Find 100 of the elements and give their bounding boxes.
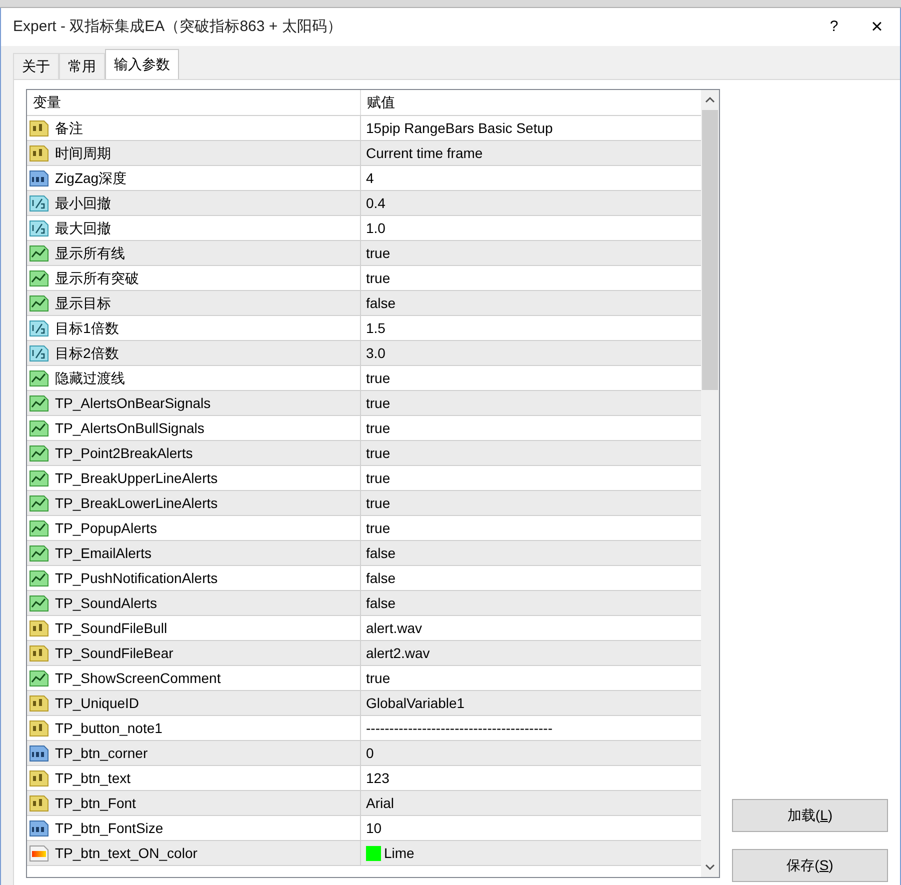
variable-value: true (366, 468, 390, 488)
line-chart-type-icon (29, 669, 49, 687)
close-button[interactable]: × (854, 12, 900, 42)
variable-name: 显示目标 (55, 294, 111, 312)
fraction-type-icon (29, 344, 49, 362)
variable-value: true (366, 668, 390, 688)
variable-name: TP_EmailAlerts (55, 544, 152, 563)
scrollbar-thumb[interactable] (702, 110, 718, 390)
text-type-icon (29, 619, 49, 637)
variable-value: true (366, 444, 390, 462)
variable-name: TP_btn_text_ON_color (55, 844, 198, 863)
variable-value: true (366, 268, 390, 288)
variable-name: 最小回撤 (55, 194, 111, 212)
help-button[interactable]: ? (814, 12, 854, 42)
variable-name: TP_Point2BreakAlerts (55, 444, 193, 463)
tab[interactable]: 输入参数 (105, 49, 179, 79)
variable-name: TP_button_note1 (55, 718, 162, 738)
action-button[interactable]: 加载(L) (732, 799, 888, 832)
variable-name: 显示所有线 (55, 244, 125, 262)
variable-name: TP_AlertsOnBullSignals (55, 418, 204, 438)
tab[interactable]: 关于 (13, 53, 59, 79)
variable-value: GlobalVariable1 (366, 694, 465, 712)
line-chart-type-icon (29, 294, 49, 312)
variable-value: false (366, 568, 396, 588)
line-chart-type-icon (29, 244, 49, 262)
variable-value: true (366, 244, 390, 262)
line-chart-type-icon (29, 519, 49, 537)
variable-value: true (366, 518, 390, 538)
line-chart-type-icon (29, 569, 49, 587)
variable-value: 123 (366, 768, 390, 788)
variable-name: TP_SoundFileBull (55, 618, 168, 638)
line-chart-type-icon (29, 444, 49, 462)
variable-name: TP_btn_text (55, 768, 130, 788)
integer-type-icon (29, 744, 49, 762)
column-header[interactable]: 赋值 (361, 90, 701, 115)
variable-value: 0.4 (366, 194, 386, 212)
variable-value: false (366, 594, 396, 612)
line-chart-type-icon (29, 419, 49, 437)
variable-name: TP_btn_corner (55, 744, 148, 763)
text-type-icon (29, 694, 49, 712)
integer-type-icon (29, 169, 49, 187)
variable-value: 10 (366, 818, 382, 838)
variable-value: 0 (366, 744, 374, 762)
variable-name: 备注 (55, 118, 83, 138)
variable-value: true (366, 418, 390, 438)
variable-name: TP_UniqueID (55, 694, 140, 713)
action-button[interactable]: 保存(S) (732, 849, 888, 882)
variable-name: TP_btn_Font (55, 794, 136, 813)
variable-value: 1.0 (366, 218, 386, 238)
line-chart-type-icon (29, 269, 49, 287)
variable-name: TP_btn_FontSize (55, 818, 164, 838)
text-type-icon (29, 644, 49, 662)
text-type-icon (29, 144, 49, 162)
variable-name: TP_BreakUpperLineAlerts (55, 468, 218, 488)
text-type-icon (29, 719, 49, 737)
variable-name: 目标2倍数 (55, 344, 119, 362)
integer-type-icon (29, 819, 49, 837)
variable-name: TP_BreakLowerLineAlerts (55, 494, 218, 513)
line-chart-type-icon (29, 544, 49, 562)
line-chart-type-icon (29, 594, 49, 612)
scrollbar[interactable] (701, 90, 719, 877)
line-chart-type-icon (29, 369, 49, 387)
tab[interactable]: 常用 (59, 53, 105, 79)
fraction-type-icon (29, 194, 49, 212)
variable-value: Lime (384, 844, 414, 862)
variable-name: TP_SoundAlerts (55, 594, 157, 613)
variable-name: TP_PopupAlerts (55, 518, 157, 538)
fraction-type-icon (29, 219, 49, 237)
variable-name: TP_AlertsOnBearSignals (55, 394, 211, 413)
variable-name: 最大回撤 (55, 218, 111, 238)
variable-value: 1.5 (366, 318, 386, 338)
variable-value: Current time frame (366, 144, 483, 162)
variable-name: TP_PushNotificationAlerts (55, 568, 218, 588)
variable-value: 15pip RangeBars Basic Setup (366, 118, 553, 138)
variable-value: true (366, 394, 390, 412)
variable-name: ZigZag深度 (55, 168, 127, 188)
variable-name: 时间周期 (55, 144, 111, 162)
variable-name: TP_SoundFileBear (55, 644, 174, 663)
variable-value: false (366, 544, 396, 562)
variable-value: true (366, 368, 390, 388)
fraction-type-icon (29, 319, 49, 337)
variable-name: 显示所有突破 (55, 268, 139, 288)
variable-value: 4 (366, 168, 374, 188)
text-type-icon (29, 119, 49, 137)
line-chart-type-icon (29, 394, 49, 412)
variable-value: true (366, 494, 390, 512)
window-title: Expert - 双指标集成EA（突破指标863 + 太阳码） (13, 16, 342, 37)
line-chart-type-icon (29, 469, 49, 487)
variable-name: 目标1倍数 (55, 318, 119, 338)
variable-name: 隐藏过渡线 (55, 368, 125, 388)
variable-value: false (366, 294, 396, 312)
variable-value: ---------------------------------------- (366, 718, 552, 738)
text-type-icon (29, 794, 49, 812)
variable-value: alert.wav (366, 618, 422, 638)
variable-value: Arial (366, 794, 394, 812)
line-chart-type-icon (29, 494, 49, 512)
text-type-icon (29, 769, 49, 787)
variable-value: alert2.wav (366, 644, 430, 662)
variable-value: 3.0 (366, 344, 386, 362)
variable-name: TP_ShowScreenComment (55, 668, 221, 688)
